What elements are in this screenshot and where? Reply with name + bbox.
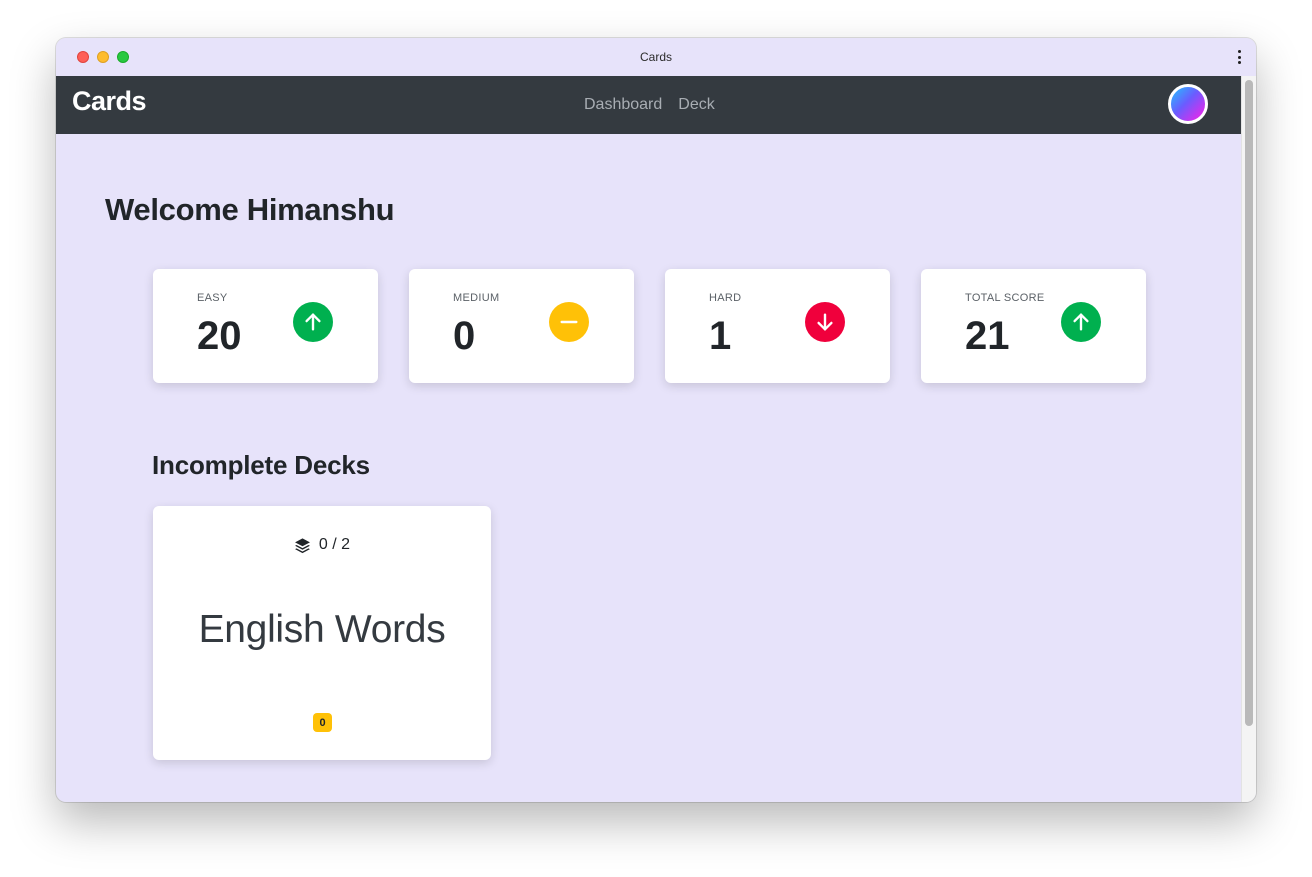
deck-score-badge: 0 (313, 713, 332, 732)
stat-card-medium: MEDIUM 0 (409, 269, 634, 383)
arrow-up-icon (1061, 302, 1101, 342)
stat-card-hard: HARD 1 (665, 269, 890, 383)
deck-title: English Words (198, 608, 446, 651)
stat-label: TOTAL SCORE (965, 292, 1045, 304)
welcome-heading: Welcome Himanshu (105, 192, 395, 228)
vertical-scrollbar[interactable] (1241, 76, 1256, 802)
main-content: Welcome Himanshu EASY 20 MEDIUM 0 HARD 1 (56, 134, 1241, 802)
stat-label: HARD (709, 292, 742, 304)
more-options-icon[interactable] (1236, 50, 1242, 64)
stat-value: 21 (965, 314, 1010, 358)
title-bar: Cards (56, 38, 1256, 76)
scrollbar-thumb[interactable] (1245, 80, 1253, 726)
window-title: Cards (639, 50, 672, 64)
stats-row: EASY 20 MEDIUM 0 HARD 1 TOTAL SCORE 21 (153, 269, 1146, 383)
navbar: Cards Dashboard Deck (56, 76, 1241, 134)
deck-progress: 0 / 2 (153, 536, 491, 554)
stat-card-easy: EASY 20 (153, 269, 378, 383)
deck-progress-text: 0 / 2 (318, 536, 351, 553)
nav-links: Dashboard Deck (584, 96, 715, 114)
arrow-up-icon (293, 302, 333, 342)
stat-value: 1 (709, 314, 732, 358)
user-avatar[interactable] (1168, 84, 1208, 124)
deck-card[interactable]: 0 / 2 English Words 0 (153, 506, 491, 760)
browser-window: Cards Cards Dashboard Deck Welcome Himan… (56, 38, 1256, 802)
minimize-window-button[interactable] (97, 51, 109, 63)
brand-logo[interactable]: Cards (72, 86, 147, 117)
maximize-window-button[interactable] (117, 51, 129, 63)
stat-value: 0 (453, 314, 476, 358)
minus-icon (549, 302, 589, 342)
layers-icon (294, 537, 310, 553)
nav-link-dashboard[interactable]: Dashboard (584, 96, 662, 114)
stat-label: EASY (197, 292, 228, 304)
nav-link-deck[interactable]: Deck (678, 96, 714, 114)
welcome-username: Himanshu (246, 192, 395, 227)
arrow-down-icon (805, 302, 845, 342)
stat-label: MEDIUM (453, 292, 500, 304)
welcome-greeting: Welcome (105, 192, 239, 227)
stat-card-total-score: TOTAL SCORE 21 (921, 269, 1146, 383)
close-window-button[interactable] (77, 51, 89, 63)
window-controls (77, 51, 129, 63)
incomplete-decks-heading: Incomplete Decks (152, 450, 370, 480)
stat-value: 20 (197, 314, 242, 358)
